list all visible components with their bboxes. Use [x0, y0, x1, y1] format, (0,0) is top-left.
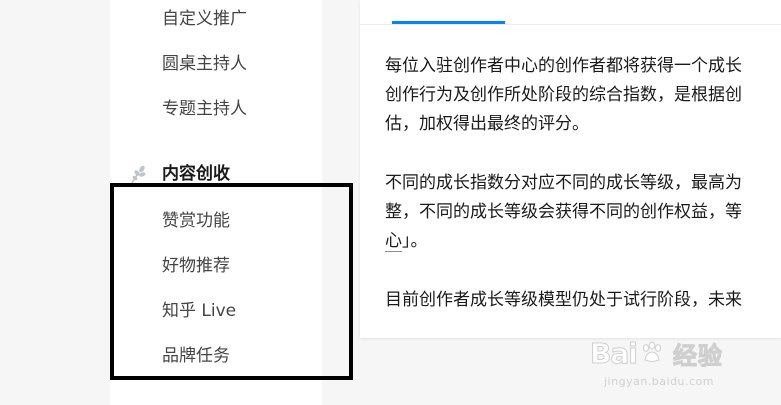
sidebar-item-product-recommendation[interactable]: 好物推荐: [162, 255, 230, 277]
paragraph-line: 创作行为及创作所处阶段的综合指数，是根据创: [385, 85, 742, 105]
paragraph-trial-stage: 目前创作者成长等级模型仍处于试行阶段，未来: [385, 286, 781, 315]
watermark-logo: Bai 经验: [590, 333, 750, 373]
watermark-logo-right: 经验: [672, 341, 723, 370]
paw-icon: [642, 341, 661, 362]
watermark-logo-left: Bai: [590, 336, 639, 370]
paragraph-line: 每位入驻创作者中心的创作者都将获得一个成长: [385, 56, 742, 76]
paragraph-line-with-link: 心」。: [385, 227, 781, 256]
paragraph-line: 目前创作者成长等级模型仍处于试行阶段，未来: [385, 290, 742, 310]
section-title: 内容创收: [162, 164, 230, 184]
content-card: 每位入驻创作者中心的创作者都将获得一个成长 创作行为及创作所处阶段的综合指数，是…: [360, 0, 781, 338]
sidebar-item-brand-tasks[interactable]: 品牌任务: [162, 345, 230, 367]
wheat-leaf-icon: [131, 165, 146, 184]
paragraph-growth-index: 每位入驻创作者中心的创作者都将获得一个成长 创作行为及创作所处阶段的综合指数，是…: [385, 52, 781, 139]
sidebar-item-topic-host[interactable]: 专题主持人: [162, 98, 247, 120]
paragraph-line: 不同的成长指数分对应不同的成长等级，最高为: [385, 173, 742, 193]
sidebar-item-custom-promotion[interactable]: 自定义推广: [162, 8, 247, 30]
link-suffix: 」。: [402, 231, 428, 251]
watermark-url: jingyan.baidu.com: [604, 375, 715, 388]
paragraph-line: 整，不同的成长等级会获得不同的创作权益，等: [385, 202, 742, 222]
sidebar: 自定义推广 圆桌主持人 专题主持人 内容创收 赞赏功能 好物推荐 知乎 Live…: [110, 0, 322, 405]
sidebar-section-content-monetization: 内容创收: [128, 163, 230, 185]
sidebar-item-roundtable-host[interactable]: 圆桌主持人: [162, 53, 247, 75]
paragraph-line: 估，加权得出最终的评分。: [385, 114, 589, 134]
paragraph-growth-levels: 不同的成长指数分对应不同的成长等级，最高为 整，不同的成长等级会获得不同的创作权…: [385, 169, 781, 256]
inline-link[interactable]: 心: [385, 231, 402, 252]
sidebar-item-appreciation[interactable]: 赞赏功能: [162, 210, 230, 232]
tab-divider: [360, 24, 781, 25]
sidebar-item-zhihu-live[interactable]: 知乎 Live: [162, 300, 236, 322]
watermark: Bai 经验 jingyan.baidu.com: [590, 333, 750, 395]
